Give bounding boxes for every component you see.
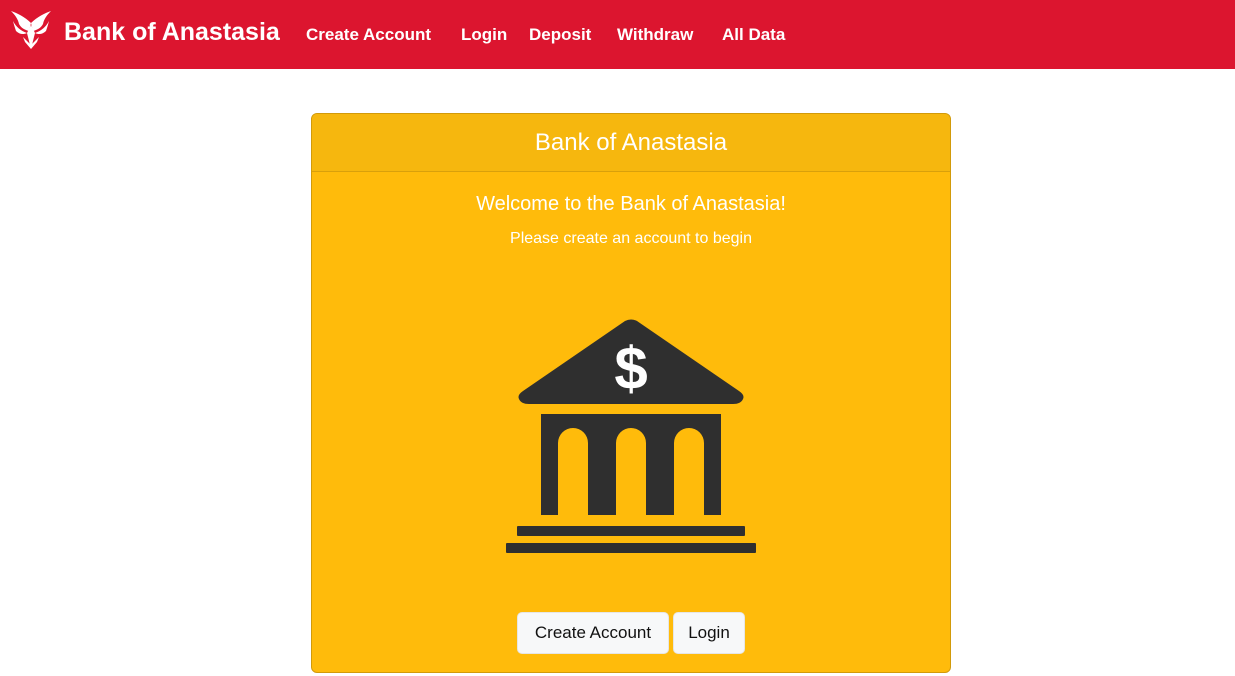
nav-link-withdraw[interactable]: Withdraw — [617, 24, 693, 46]
brand-name[interactable]: Bank of Anastasia — [64, 17, 280, 47]
nav-link-deposit[interactable]: Deposit — [529, 24, 591, 46]
card-title: Welcome to the Bank of Anastasia! — [476, 193, 786, 215]
bank-building-dollar-icon: $ — [506, 319, 756, 553]
welcome-card: Bank of Anastasia Welcome to the Bank of… — [311, 113, 951, 673]
phoenix-logo-icon[interactable] — [9, 9, 53, 51]
login-button[interactable]: Login — [673, 612, 745, 654]
create-account-button[interactable]: Create Account — [517, 612, 669, 654]
nav-link-all-data[interactable]: All Data — [722, 24, 785, 46]
nav-link-login[interactable]: Login — [461, 24, 507, 46]
svg-text:$: $ — [614, 335, 647, 402]
nav-link-create-account[interactable]: Create Account — [306, 24, 431, 46]
navbar: Bank of Anastasia Create Account Login D… — [0, 0, 1235, 69]
card-header: Bank of Anastasia — [312, 114, 950, 172]
card-text: Please create an account to begin — [510, 230, 752, 247]
